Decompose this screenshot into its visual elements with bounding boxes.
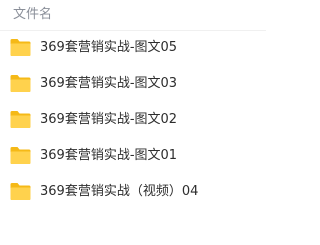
folder-icon (9, 38, 32, 57)
folder-icon (9, 182, 32, 201)
file-list-header: 文件名 (0, 0, 266, 31)
folder-name[interactable]: 369套营销实战-图文05 (40, 40, 177, 56)
folder-icon (9, 146, 32, 165)
folder-icon (9, 74, 32, 93)
column-header-filename[interactable]: 文件名 (13, 7, 52, 23)
folder-row[interactable]: 369套营销实战-图文01 (0, 139, 266, 175)
folder-name[interactable]: 369套营销实战-图文01 (40, 148, 177, 164)
folder-row[interactable]: 369套营销实战-图文02 (0, 103, 266, 139)
folder-row[interactable]: 369套营销实战（视频）04 (0, 175, 266, 211)
folder-row[interactable]: 369套营销实战-图文03 (0, 67, 266, 103)
folder-icon (9, 110, 32, 129)
folder-row[interactable]: 369套营销实战-图文05 (0, 31, 266, 67)
file-browser: 文件名 369套营销实战-图文05 369套营销实战-图文03 369套营销实战… (0, 0, 266, 245)
folder-name[interactable]: 369套营销实战-图文02 (40, 112, 177, 128)
folder-name[interactable]: 369套营销实战（视频）04 (40, 184, 198, 200)
folder-name[interactable]: 369套营销实战-图文03 (40, 76, 177, 92)
